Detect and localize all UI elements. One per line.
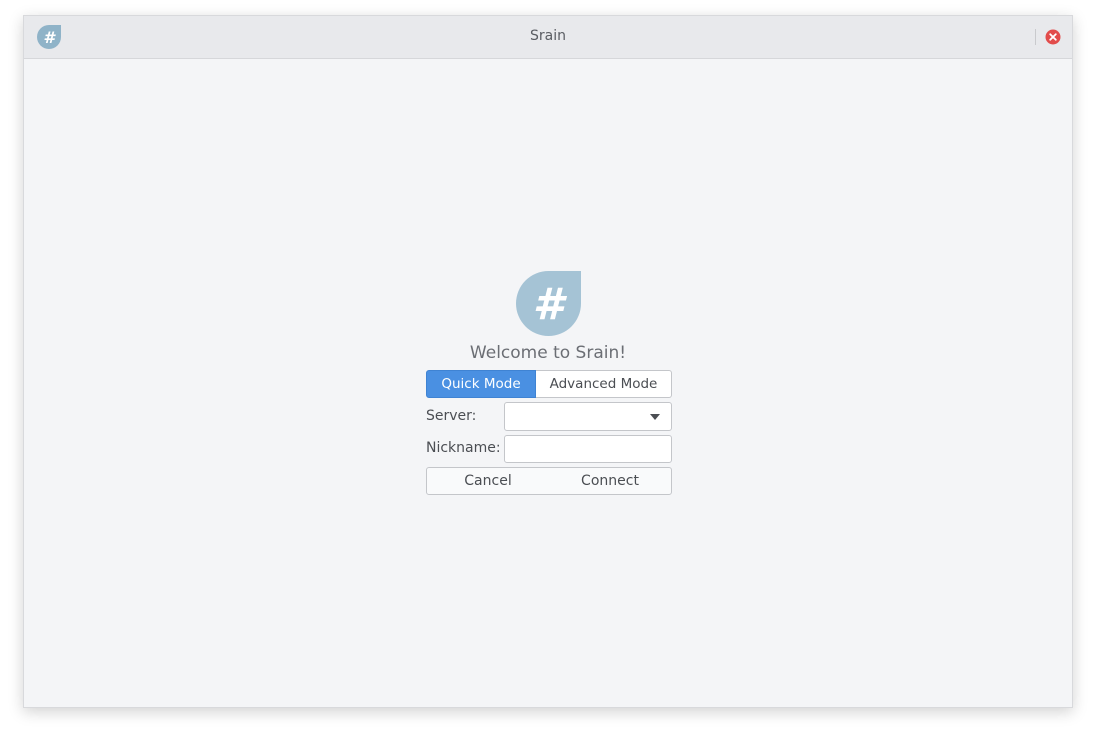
advanced-mode-button[interactable]: Advanced Mode [536, 370, 672, 398]
chevron-down-icon [650, 414, 660, 420]
title-bar[interactable]: # Srain [24, 16, 1072, 59]
titlebar-separator [1035, 29, 1036, 45]
close-icon[interactable] [1045, 29, 1061, 45]
dialog-actions: Cancel Connect [426, 467, 672, 495]
logo-icon: # [516, 271, 581, 336]
mode-switcher: Quick Mode Advanced Mode [426, 370, 672, 398]
cancel-button[interactable]: Cancel [427, 468, 549, 494]
server-dropdown[interactable] [504, 402, 672, 431]
svg-text:#: # [533, 279, 568, 330]
nickname-field[interactable] [504, 435, 672, 463]
quick-mode-button[interactable]: Quick Mode [426, 370, 536, 398]
welcome-heading: Welcome to Srain! [469, 343, 627, 363]
server-label: Server: [426, 408, 477, 424]
window-title: Srain [530, 28, 566, 44]
main-window: # Srain # Welcome to Srain! Quick Mode A… [23, 15, 1073, 708]
connect-button[interactable]: Connect [549, 468, 671, 494]
nickname-label: Nickname: [426, 440, 501, 456]
